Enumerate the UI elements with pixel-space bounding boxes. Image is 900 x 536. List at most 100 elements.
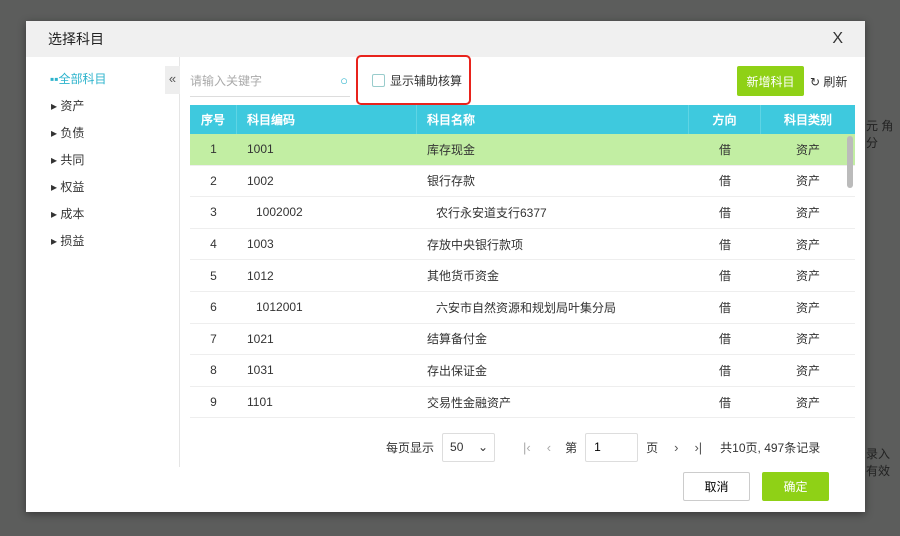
table-cell: 资产: [795, 142, 820, 157]
table-cell: 资产: [795, 395, 820, 410]
col-header: 科目名称: [417, 105, 689, 134]
page-input[interactable]: [585, 432, 639, 462]
table-cell: 存出保证金: [427, 363, 488, 378]
table-cell: 农行永安道支行6377: [436, 205, 547, 220]
table-cell: 资产: [795, 174, 820, 189]
sidebar-item-assets[interactable]: ▸ 资产: [26, 93, 179, 120]
dialog-title: 选择科目: [48, 31, 104, 47]
table-cell: 1031: [247, 363, 274, 378]
table-cell: 3: [210, 205, 217, 220]
table-row[interactable]: 5 1012 其他货币资金 借 资产: [190, 260, 855, 292]
table-row[interactable]: 9 1101 交易性金融资产 借 资产: [190, 387, 855, 419]
table-cell: 借: [718, 269, 731, 284]
table-cell: 借: [718, 300, 731, 315]
search-input[interactable]: [190, 67, 330, 95]
table-cell: 交易性金融资产: [427, 395, 512, 410]
show-aux-label: 显示辅助核算: [390, 73, 463, 88]
table-scrollbar[interactable]: [847, 136, 853, 188]
table-cell: 1: [210, 142, 217, 157]
search-box: ○: [190, 67, 350, 97]
show-aux-accounting-checkbox[interactable]: 显示辅助核算: [356, 55, 471, 105]
chevron-down-icon: ⌄: [477, 440, 489, 454]
col-header: 方向: [689, 105, 761, 134]
search-icon[interactable]: ○: [340, 73, 348, 88]
first-page-icon[interactable]: |‹: [523, 440, 531, 455]
table-cell: 1021: [247, 331, 274, 346]
page-prefix: 第: [565, 440, 578, 455]
cancel-button[interactable]: 取消: [683, 472, 750, 501]
table-cell: 1002: [247, 173, 274, 188]
table-cell: 6: [210, 300, 217, 315]
sidebar-item-common[interactable]: ▸ 共同: [26, 147, 179, 174]
table-row[interactable]: 4 1003 存放中央银行款项 借 资产: [190, 229, 855, 261]
table-cell: 借: [718, 142, 731, 157]
caret-right-icon: ▸: [51, 180, 61, 194]
table-cell: 1101: [247, 395, 273, 410]
next-page-icon[interactable]: ›: [674, 440, 678, 455]
table-cell: 借: [718, 395, 731, 410]
table-cell: 存放中央银行款项: [427, 237, 524, 252]
col-header: 序号: [190, 105, 237, 134]
caret-right-icon: ▸: [51, 234, 61, 248]
table-cell: 借: [718, 205, 731, 220]
sidebar-item-all[interactable]: ▪▪全部科目: [26, 66, 179, 93]
accounts-table: 序号 科目编码 科目名称 方向 科目类别 1 1001 库存现金借资产 2 1002 银行…: [190, 105, 855, 426]
prev-page-icon[interactable]: ‹: [547, 440, 551, 455]
table-cell: 结算备付金: [427, 332, 488, 347]
table-cell: 8: [210, 363, 217, 378]
table-cell: 其他货币资金: [427, 269, 500, 284]
table-cell: 5: [210, 268, 217, 283]
table-cell: 1003: [247, 237, 274, 252]
col-header: 科目编码: [237, 105, 417, 134]
dialog-header: 选择科目 X: [26, 21, 865, 57]
table-cell: 1001: [247, 142, 274, 157]
caret-right-icon: ▸: [51, 99, 61, 113]
table-row[interactable]: 2 1002 银行存款 借 资产: [190, 166, 855, 198]
grid-icon: ▪▪: [50, 72, 59, 86]
refresh-icon: ↻: [810, 75, 824, 89]
table-row[interactable]: 3 1002002 农行永安道支行6377 借 资产: [190, 197, 855, 229]
checkbox-icon[interactable]: [372, 73, 385, 87]
table-cell: 资产: [795, 237, 820, 252]
table-cell: 资产: [795, 332, 820, 347]
table-cell: 1012001: [256, 300, 303, 315]
select-account-dialog: 选择科目 X ▪▪全部科目 ▸ 资产 ▸ 负债 ▸ 共同 ▸ 权益 ▸ 成本 ▸…: [26, 21, 865, 512]
table-cell: 借: [718, 363, 731, 378]
confirm-button[interactable]: 确定: [762, 472, 829, 501]
table-cell: 借: [718, 237, 731, 252]
table-cell: 4: [210, 237, 217, 252]
table-cell: 资产: [795, 269, 820, 284]
table-cell: 资产: [795, 300, 820, 315]
refresh-button[interactable]: ↻ 刷新: [810, 73, 847, 90]
table-row[interactable]: 8 1031 存出保证金 借 资产: [190, 355, 855, 387]
table-row[interactable]: 7 1021 结算备付金 借 资产: [190, 324, 855, 356]
bg-hint: 录入有效: [866, 447, 891, 478]
table-row[interactable]: 6 1012001 六安市自然资源和规划局叶集分局 借 资产: [190, 292, 855, 324]
category-sidebar: ▪▪全部科目 ▸ 资产 ▸ 负债 ▸ 共同 ▸ 权益 ▸ 成本 ▸ 损益: [26, 57, 180, 467]
page-summary: 共10页, 497条记录: [720, 440, 821, 455]
table-cell: 1012: [247, 268, 274, 283]
page-suffix: 页: [646, 440, 659, 455]
caret-right-icon: ▸: [51, 207, 61, 221]
table-cell: 借: [718, 174, 731, 189]
table-cell: 六安市自然资源和规划局叶集分局: [436, 300, 617, 315]
close-icon[interactable]: X: [832, 30, 843, 48]
last-page-icon[interactable]: ›|: [694, 440, 702, 455]
table-cell: 银行存款: [427, 174, 476, 189]
per-page-label: 每页显示: [386, 440, 435, 455]
table-row[interactable]: 1 1001 库存现金 借 资产: [190, 134, 855, 166]
sidebar-item-cost[interactable]: ▸ 成本: [26, 201, 179, 228]
col-header: 科目类别: [783, 113, 832, 127]
sidebar-item-profit-loss[interactable]: ▸ 损益: [26, 228, 179, 255]
add-account-button[interactable]: 新增科目: [737, 66, 804, 96]
pagination: 每页显示 50⌄ |‹ ‹ 第 页 › ›| 共10页, 497条记录: [386, 432, 820, 462]
caret-right-icon: ▸: [51, 126, 61, 140]
collapse-sidebar-icon[interactable]: «: [165, 66, 180, 94]
table-cell: 7: [210, 331, 217, 346]
table-cell: 资产: [795, 205, 820, 220]
sidebar-item-liabilities[interactable]: ▸ 负债: [26, 120, 179, 147]
sidebar-item-equity[interactable]: ▸ 权益: [26, 174, 179, 201]
table-cell: 9: [210, 395, 217, 410]
bg-col-labels: 元 角 分: [866, 119, 894, 150]
per-page-select[interactable]: 50 ⌄: [442, 432, 496, 462]
